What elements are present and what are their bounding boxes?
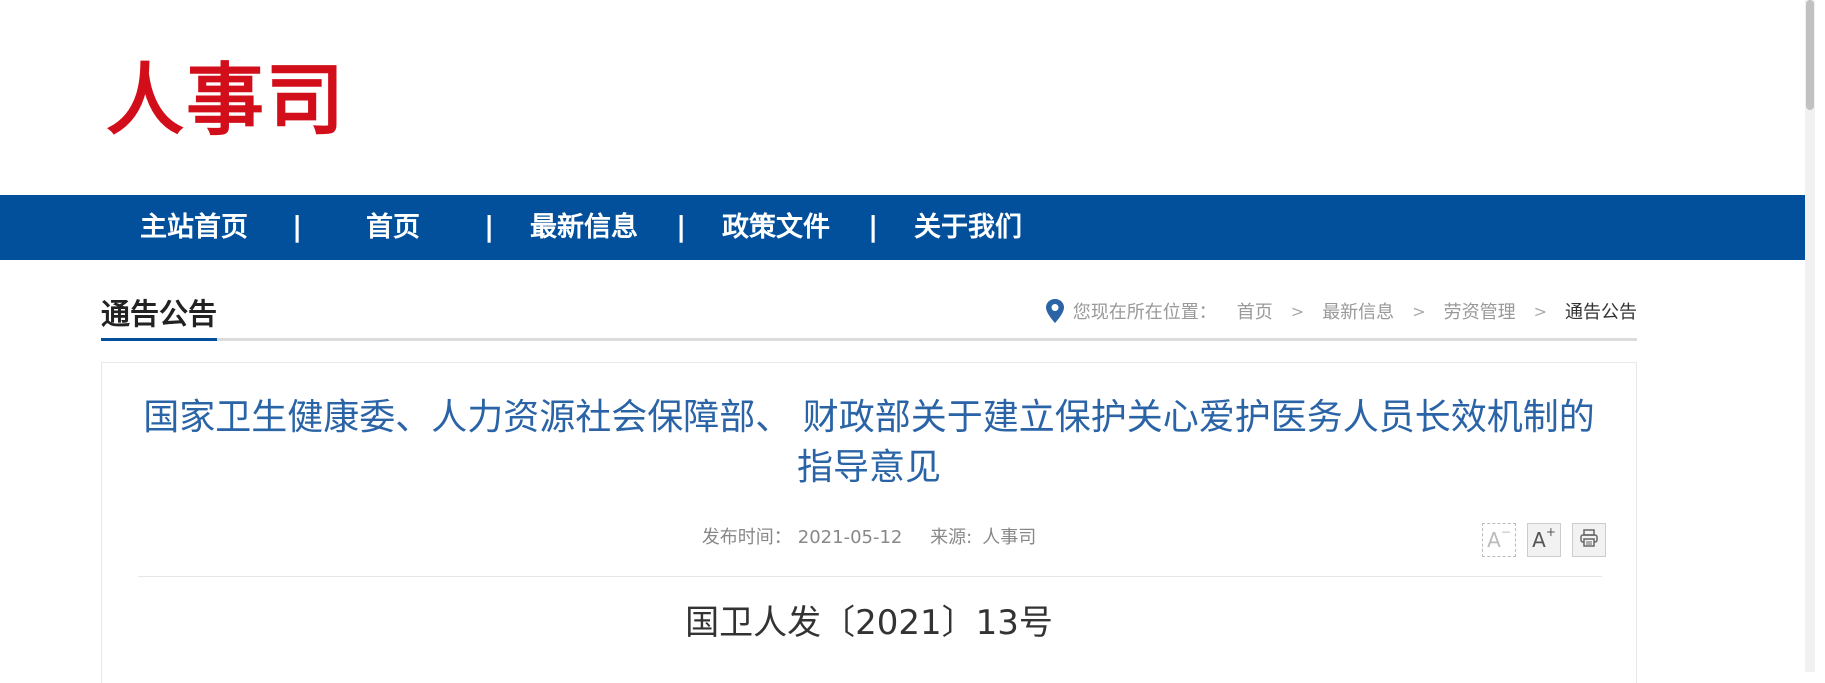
section-title: 通告公告 [101,296,218,341]
breadcrumb-current: 通告公告 [1565,302,1637,323]
breadcrumb-home[interactable]: 首页 [1237,298,1273,324]
nav-item-main-home[interactable]: 主站首页 [140,195,248,260]
font-increase-icon: A [1532,528,1546,552]
nav-separator: | [484,210,495,243]
scrollbar-thumb[interactable] [1806,0,1814,110]
breadcrumb-latest-info[interactable]: 最新信息 [1322,298,1394,324]
meta-divider [138,576,1602,577]
article-tools: A − A + [1482,523,1606,557]
section-header: 通告公告 您现在所在位置： 首页 > 最新信息 > 劳资管理 > 通告公告 [101,286,1637,341]
site-header: 人事司 [0,0,1815,195]
nav-item-latest-info[interactable]: 最新信息 [530,195,638,260]
nav-separator: | [868,210,879,243]
article-meta: 发布时间： 2021-05-12 来源: 人事司 [102,523,1636,549]
font-decrease-button[interactable]: A − [1482,523,1516,557]
publish-date: 2021-05-12 [797,527,903,548]
nav-separator: | [676,210,687,243]
site-logo[interactable]: 人事司 [106,56,346,146]
main-nav: 主站首页 | 首页 | 最新信息 | 政策文件 | 关于我们 [0,195,1815,260]
printer-icon [1579,528,1599,552]
nav-item-policy-docs[interactable]: 政策文件 [722,195,830,260]
chevron-right-icon: > [1412,301,1426,321]
article-panel: 国家卫生健康委、人力资源社会保障部、 财政部关于建立保护关心爱护医务人员长效机制… [101,362,1637,683]
source-label: 来源: [930,527,973,548]
font-decrease-icon: A [1487,528,1501,552]
page-scrollbar[interactable] [1805,0,1815,672]
breadcrumb-labor-management[interactable]: 劳资管理 [1444,298,1516,324]
nav-separator: | [292,210,303,243]
nav-item-home[interactable]: 首页 [366,195,420,260]
chevron-right-icon: > [1290,301,1305,321]
page: 人事司 主站首页 | 首页 | 最新信息 | 政策文件 | 关于我们 通告公告 … [0,0,1815,683]
breadcrumb: 您现在所在位置： 首页 > 最新信息 > 劳资管理 > 通告公告 [1045,296,1637,326]
font-increase-button[interactable]: A + [1527,523,1561,557]
location-pin-icon [1045,298,1065,324]
source-value: 人事司 [982,527,1037,548]
publish-label: 发布时间： [701,527,792,548]
chevron-right-icon: > [1533,301,1547,321]
breadcrumb-label: 您现在所在位置： [1072,302,1217,323]
document-number: 国卫人发〔2021〕13号 [685,603,1053,643]
nav-item-about-us[interactable]: 关于我们 [914,195,1022,260]
print-button[interactable] [1572,523,1606,557]
article-title: 国家卫生健康委、人力资源社会保障部、 财政部关于建立保护关心爱护医务人员长效机制… [143,397,1595,488]
